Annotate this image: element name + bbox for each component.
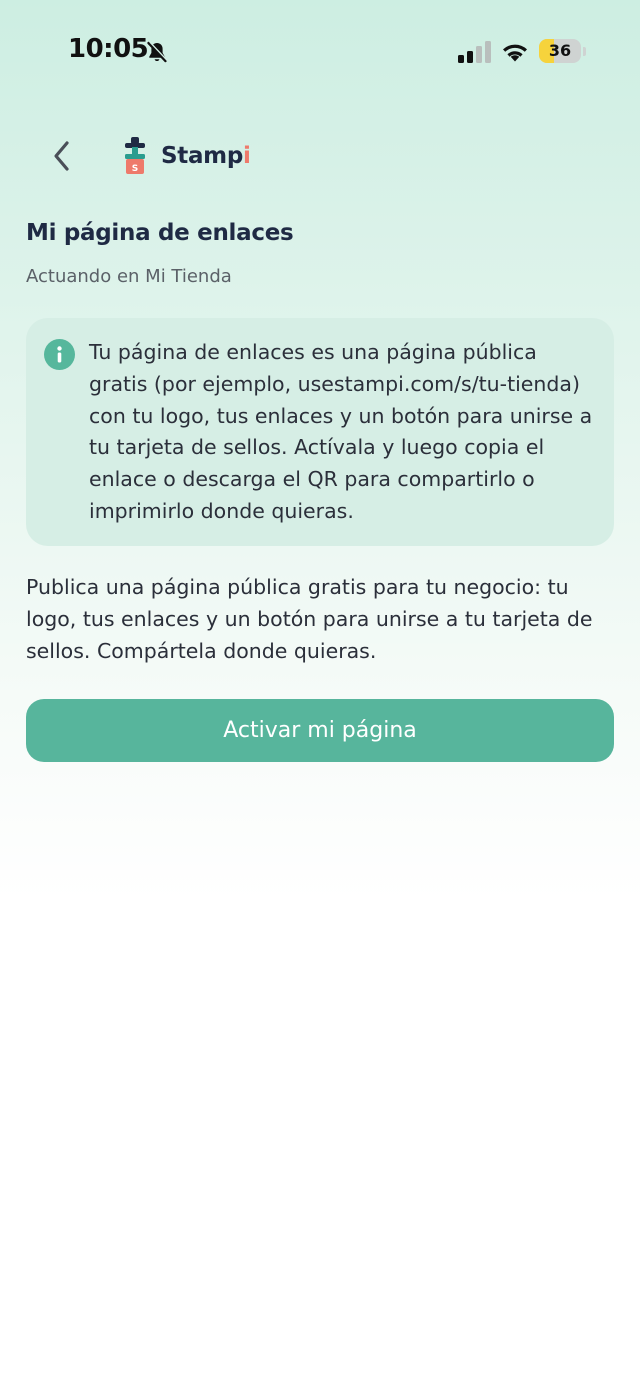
page-title: Mi página de enlaces bbox=[26, 220, 294, 246]
cellular-signal-icon bbox=[458, 41, 491, 63]
info-card: Tu página de enlaces es una página públi… bbox=[26, 318, 614, 546]
brand-name-accent: i bbox=[243, 143, 251, 169]
description-text: Publica una página pública gratis para t… bbox=[26, 575, 593, 663]
brand-name: Stampi bbox=[161, 143, 251, 169]
chevron-left-icon bbox=[54, 141, 69, 171]
brand-name-main: Stamp bbox=[161, 143, 244, 169]
page-subtitle: Actuando en Mi Tienda bbox=[26, 266, 232, 287]
back-button[interactable] bbox=[40, 134, 84, 178]
info-card-text: Tu página de enlaces es una página públi… bbox=[89, 340, 593, 523]
status-bar: 10:05 36 bbox=[0, 0, 640, 104]
brand: S Stampi bbox=[122, 136, 251, 176]
svg-text:S: S bbox=[132, 164, 138, 174]
stampi-logo-icon: S bbox=[125, 137, 145, 174]
battery-indicator: 36 bbox=[539, 39, 581, 63]
wifi-icon bbox=[503, 44, 527, 62]
activate-page-button[interactable]: Activar mi página bbox=[26, 699, 614, 762]
battery-tip bbox=[583, 47, 586, 56]
status-time: 10:05 bbox=[68, 34, 149, 64]
battery-percentage: 36 bbox=[548, 41, 572, 60]
bell-slash-icon bbox=[147, 41, 168, 63]
info-icon bbox=[44, 339, 75, 370]
